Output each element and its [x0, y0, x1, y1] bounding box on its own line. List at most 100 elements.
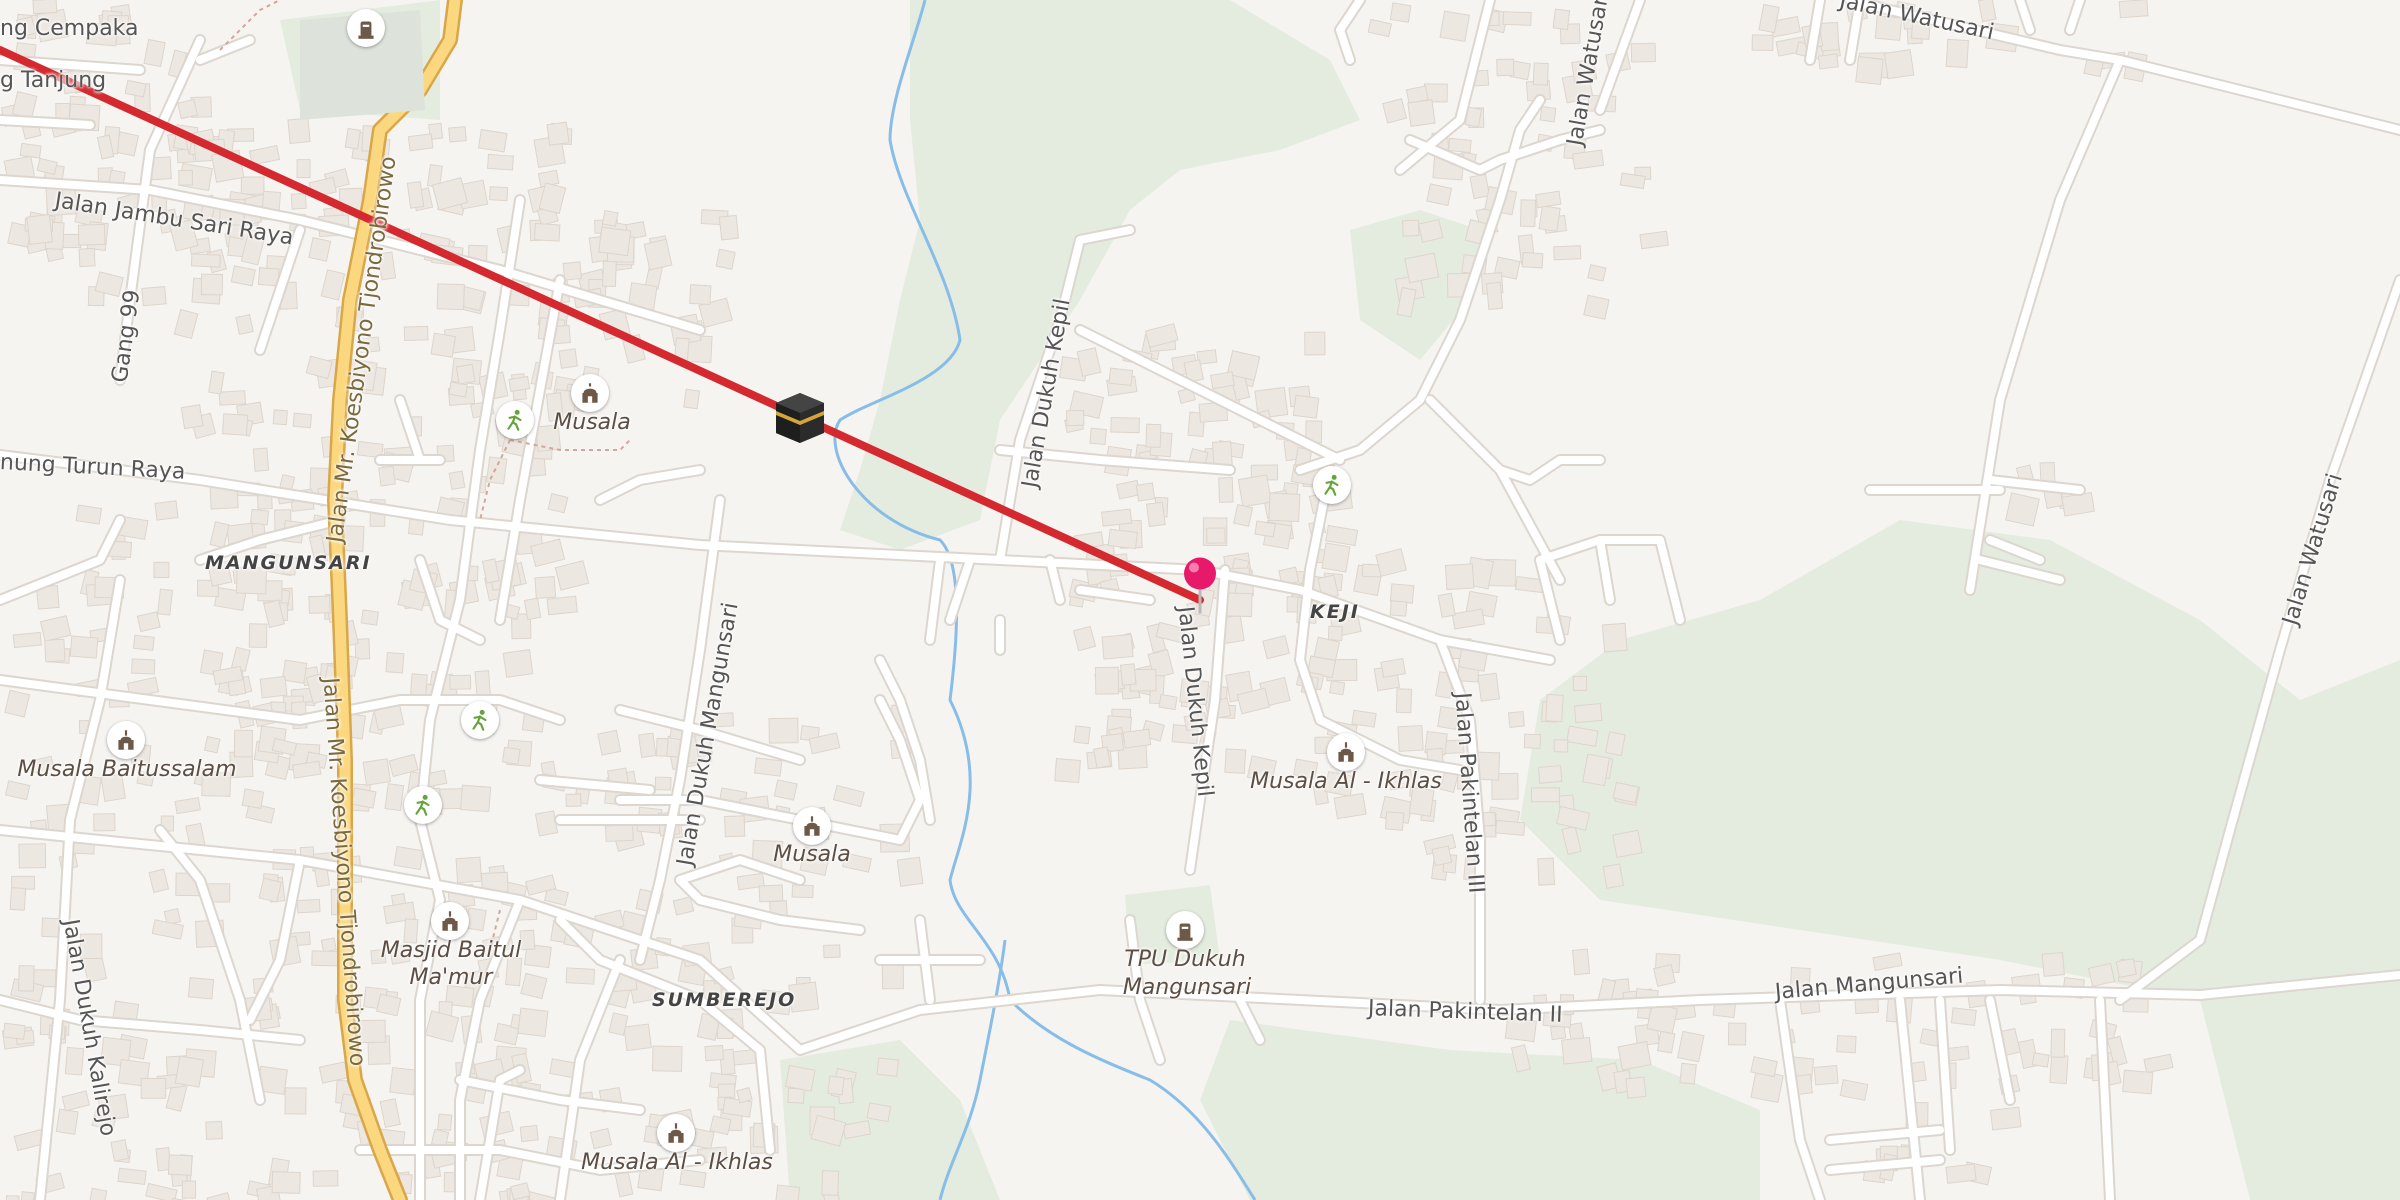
building — [1135, 482, 1156, 502]
building — [489, 186, 509, 202]
building — [717, 1083, 736, 1099]
building — [2049, 1054, 2069, 1085]
building — [758, 884, 784, 903]
mosque-icon[interactable] — [431, 902, 469, 940]
building — [785, 1064, 816, 1092]
poi-label-tpu-line2: Mangunsari — [1122, 975, 1252, 1000]
building — [1054, 758, 1081, 784]
building — [1582, 753, 1611, 787]
building — [448, 126, 467, 143]
building — [724, 815, 746, 838]
playground-icon[interactable] — [404, 786, 442, 824]
mosque-icon[interactable] — [571, 374, 609, 412]
building — [208, 370, 225, 395]
building — [437, 1113, 453, 1132]
building — [18, 965, 35, 992]
location-pin-icon[interactable] — [1180, 556, 1220, 626]
building — [1122, 728, 1152, 749]
building — [1225, 592, 1253, 618]
building — [78, 247, 96, 268]
kaaba-icon[interactable] — [772, 389, 828, 445]
building — [643, 238, 673, 271]
building — [460, 784, 492, 813]
building — [259, 675, 288, 699]
building — [12, 631, 42, 649]
building — [1727, 1022, 1747, 1046]
building — [379, 1098, 401, 1128]
building — [1653, 964, 1676, 987]
building — [9, 887, 27, 911]
building — [474, 670, 492, 698]
building — [1872, 952, 1903, 971]
building — [181, 1180, 197, 1199]
building — [455, 856, 483, 884]
building — [385, 651, 405, 674]
building — [689, 284, 712, 306]
poi-label-musala-2: Musala — [773, 842, 851, 867]
building — [18, 843, 47, 869]
building — [1950, 1007, 1977, 1027]
building — [1397, 724, 1424, 752]
building — [1431, 845, 1453, 867]
building — [1367, 18, 1393, 38]
building — [154, 500, 179, 521]
building — [823, 944, 841, 959]
building — [1262, 635, 1290, 660]
playground-icon[interactable] — [461, 701, 499, 739]
building — [290, 192, 307, 210]
building — [240, 176, 265, 195]
building — [1535, 190, 1562, 209]
building — [881, 963, 904, 990]
mosque-icon[interactable] — [657, 1114, 695, 1152]
building — [565, 967, 596, 985]
building — [1537, 857, 1555, 886]
building — [1333, 792, 1367, 820]
building — [1089, 427, 1107, 446]
building — [1553, 245, 1582, 261]
building — [44, 638, 66, 663]
building — [1539, 106, 1557, 123]
building — [203, 735, 221, 754]
building — [110, 1139, 130, 1162]
map-view[interactable]: ng Cempaka g Tanjung Jalan Jambu Sari Ra… — [0, 0, 2400, 1200]
building — [1519, 199, 1537, 228]
building — [1496, 58, 1515, 77]
place-label-sumberejo: SUMBEREJO — [652, 989, 797, 1011]
building — [230, 265, 256, 287]
building — [1437, 592, 1456, 618]
building — [501, 746, 521, 765]
building — [502, 649, 534, 678]
building — [1573, 703, 1603, 724]
building — [602, 260, 617, 288]
building — [1101, 508, 1133, 527]
playground-icon[interactable] — [496, 401, 534, 439]
cemetery-icon[interactable] — [1166, 911, 1204, 949]
building — [1552, 8, 1571, 31]
playground-icon[interactable] — [1313, 466, 1351, 504]
building — [866, 1102, 892, 1123]
building — [1605, 731, 1626, 757]
mosque-icon[interactable] — [107, 721, 145, 759]
building — [271, 1171, 301, 1194]
building — [455, 363, 476, 385]
building — [1679, 1062, 1697, 1085]
building — [1395, 688, 1413, 714]
mosque-icon[interactable] — [1327, 733, 1365, 771]
building — [235, 314, 254, 336]
building — [508, 375, 531, 393]
building — [430, 332, 457, 358]
building — [598, 226, 632, 257]
poi-label-musala-al-ikhlas-2: Musala Al - Ikhlas — [581, 1150, 773, 1175]
cemetery-icon[interactable] — [347, 9, 385, 47]
mosque-icon[interactable] — [793, 807, 831, 845]
building — [562, 261, 583, 281]
building — [1145, 423, 1162, 448]
building — [1292, 394, 1320, 419]
building — [774, 1184, 801, 1200]
building — [1817, 53, 1839, 70]
building — [1237, 474, 1272, 508]
building — [320, 937, 337, 953]
building — [257, 267, 280, 287]
building — [308, 595, 331, 614]
building — [1325, 524, 1359, 547]
